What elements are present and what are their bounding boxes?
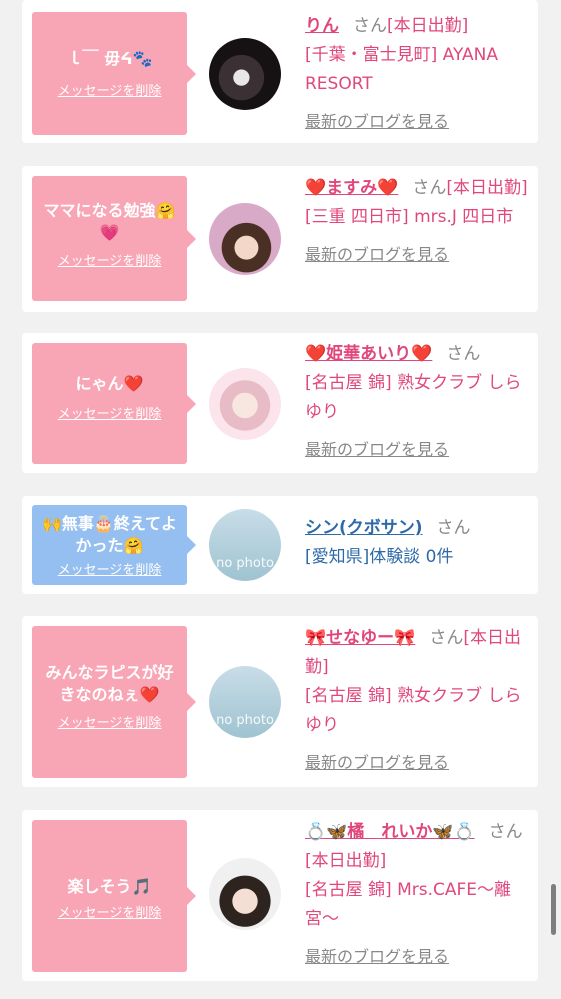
latest-blog-link[interactable]: 最新のブログを見る [305, 107, 449, 136]
message-bubble: にゃん❤️ メッセージを削除 [32, 343, 196, 464]
honorific: さん [412, 178, 447, 198]
honorific: さん [436, 518, 471, 538]
work-status: [本日出勤] [387, 16, 469, 36]
honorific: さん [446, 344, 481, 364]
delete-message-link[interactable]: メッセージを削除 [58, 559, 162, 578]
avatar[interactable] [209, 858, 281, 930]
avatar[interactable]: no photo [209, 509, 281, 581]
shop-name: [愛知県]体験談 0件 [305, 547, 454, 567]
no-photo-text: no photo [216, 556, 274, 571]
user-info: シン(クボサン) さん [愛知県]体験談 0件 [305, 514, 528, 572]
avatar[interactable] [209, 368, 281, 440]
work-status: [本日出勤] [446, 178, 528, 198]
message-text: ｌ￣ 毋ᔦ🐾 [66, 49, 153, 68]
message-text: にゃん❤️ [75, 374, 144, 393]
message-card: にゃん❤️ メッセージを削除 ❤️姫華あいり❤️ さん [名古屋 錦] 熟女クラブ… [22, 333, 538, 473]
honorific: さん [488, 822, 523, 842]
user-info: 🎀せなゆー🎀 さん[本日出勤] [名古屋 錦] 熟女クラブ しらゆり 最新のブログ… [305, 624, 528, 778]
shop-name: [千葉・富士見町] AYANA RESORT [305, 45, 499, 94]
message-bubble: 🙌無事🎂終えてよかった🤗 メッセージを削除 [32, 505, 196, 585]
delete-message-link[interactable]: メッセージを削除 [58, 902, 162, 921]
delete-message-link[interactable]: メッセージを削除 [58, 403, 162, 422]
message-card: 🙌無事🎂終えてよかった🤗 メッセージを削除 no photo シン(クボサン) さ… [22, 496, 538, 594]
delete-message-link[interactable]: メッセージを削除 [58, 80, 162, 99]
user-name-link[interactable]: 🎀せなゆー🎀 [305, 628, 415, 648]
message-card: 楽しそう🎵 メッセージを削除 💍🦋橘 れいか🦋💍 さん [本日出勤] [名古屋 錦]… [22, 810, 538, 981]
message-bubble: ママになる勉強🤗💗 メッセージを削除 [32, 176, 196, 301]
delete-message-link[interactable]: メッセージを削除 [58, 712, 162, 731]
shop-name: [名古屋 錦] Mrs.CAFE〜離宮〜 [305, 880, 512, 929]
message-card: ママになる勉強🤗💗 メッセージを削除 ❤️ますみ❤️ さん[本日出勤] [三重 四… [22, 166, 538, 312]
shop-name: [三重 四日市] mrs.J 四日市 [305, 207, 514, 227]
user-info: ❤️姫華あいり❤️ さん [名古屋 錦] 熟女クラブ しらゆり 最新のブログを見る [305, 340, 528, 465]
user-name-link[interactable]: 💍🦋橘 れいか🦋💍 [305, 822, 475, 842]
message-text: みんなラピスが好きなのねぇ❤️ [45, 663, 174, 704]
message-text: 🙌無事🎂終えてよかった🤗 [41, 514, 178, 555]
message-bubble: ｌ￣ 毋ᔦ🐾 メッセージを削除 [32, 12, 196, 135]
user-name-link[interactable]: ❤️姫華あいり❤️ [305, 344, 432, 364]
avatar[interactable]: no photo [209, 666, 281, 738]
latest-blog-link[interactable]: 最新のブログを見る [305, 748, 449, 777]
latest-blog-link[interactable]: 最新のブログを見る [305, 435, 449, 464]
user-name-link[interactable]: りん [305, 16, 339, 36]
honorific: さん [353, 16, 387, 36]
message-bubble: 楽しそう🎵 メッセージを削除 [32, 820, 196, 972]
latest-blog-link[interactable]: 最新のブログを見る [305, 240, 449, 269]
delete-message-link[interactable]: メッセージを削除 [58, 250, 162, 269]
user-info: 💍🦋橘 れいか🦋💍 さん [本日出勤] [名古屋 錦] Mrs.CAFE〜離宮〜 最… [305, 818, 528, 972]
shop-name: [名古屋 錦] 熟女クラブ しらゆり [305, 373, 522, 422]
work-status: [本日出勤] [305, 851, 387, 871]
user-info: ❤️ますみ❤️ さん[本日出勤] [三重 四日市] mrs.J 四日市 最新のブロ… [305, 174, 528, 270]
user-name-link[interactable]: ❤️ますみ❤️ [305, 178, 398, 198]
message-text: 楽しそう🎵 [67, 877, 152, 896]
latest-blog-link[interactable]: 最新のブログを見る [305, 942, 449, 971]
shop-name: [名古屋 錦] 熟女クラブ しらゆり [305, 686, 522, 735]
no-photo-text: no photo [216, 713, 274, 728]
message-card: みんなラピスが好きなのねぇ❤️ メッセージを削除 no photo 🎀せなゆー🎀… [22, 616, 538, 787]
avatar[interactable] [209, 203, 281, 275]
message-card: ｌ￣ 毋ᔦ🐾 メッセージを削除 りん さん[本日出勤] [千葉・富士見町] AYA… [22, 0, 538, 143]
honorific: さん [429, 628, 464, 648]
message-bubble: みんなラピスが好きなのねぇ❤️ メッセージを削除 [32, 626, 196, 778]
scrollbar[interactable] [551, 884, 556, 935]
user-name-link[interactable]: シン(クボサン) [305, 518, 423, 538]
avatar[interactable] [209, 38, 281, 110]
message-text: ママになる勉強🤗💗 [43, 201, 176, 242]
user-info: りん さん[本日出勤] [千葉・富士見町] AYANA RESORT 最新のブログ… [305, 12, 528, 137]
